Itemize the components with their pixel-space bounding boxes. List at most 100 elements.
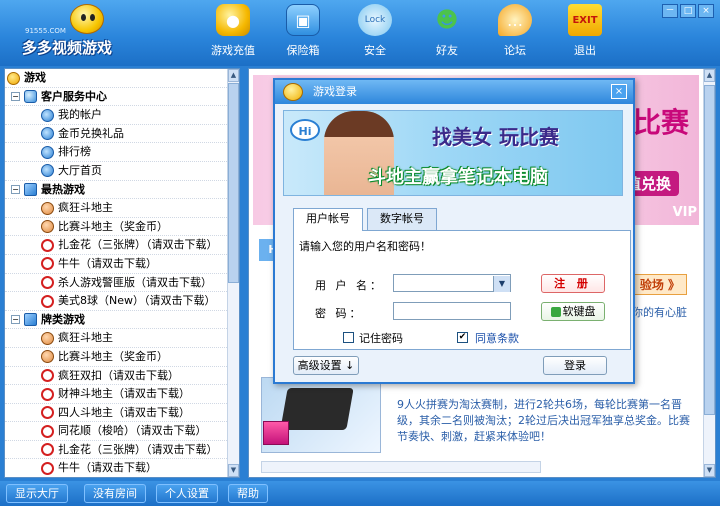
tree-item[interactable]: 财神斗地主（请双击下载） <box>5 385 229 404</box>
not-installed-icon <box>41 443 54 457</box>
more-link[interactable]: 验场 》 <box>632 274 687 295</box>
tree-item[interactable]: 四人斗地主（请双击下载） <box>5 404 229 423</box>
collapse-icon[interactable]: − <box>11 92 20 102</box>
tree-item[interactable]: 同花顺（梭哈）（请双击下载） <box>5 422 229 441</box>
tree-item[interactable]: 排行榜 <box>5 143 229 162</box>
smiley-icon <box>7 71 20 85</box>
tree-item[interactable]: 扎金花（三张牌）（请双击下载） <box>5 236 229 255</box>
not-installed-icon <box>41 294 54 308</box>
tree-item[interactable]: 美式8球（New）（请双击下载） <box>5 292 229 311</box>
scroll-down-icon[interactable]: ▼ <box>228 464 239 477</box>
chevron-down-icon[interactable]: ▼ <box>493 276 510 292</box>
browser-icon <box>41 108 54 122</box>
logo-mascot-icon <box>70 4 104 34</box>
tree-root[interactable]: 游戏 <box>5 69 229 88</box>
soft-keyboard-button[interactable]: 软键盘 <box>541 302 605 321</box>
tree-item[interactable]: 牛牛（请双击下载） <box>5 459 229 477</box>
not-installed-icon <box>41 406 54 420</box>
no-room-button[interactable]: 没有房间 <box>84 484 146 503</box>
dialog-close-button[interactable]: × <box>611 84 627 99</box>
password-field[interactable] <box>393 302 511 320</box>
password-label: 密 码： <box>315 307 364 320</box>
nav-exit[interactable]: EXIT 退出 <box>556 4 614 60</box>
exit-icon: EXIT <box>568 4 602 36</box>
tree-item[interactable]: 疯狂斗地主 <box>5 199 229 218</box>
scroll-thumb[interactable] <box>704 85 715 415</box>
not-installed-icon <box>41 257 54 271</box>
show-lobby-button[interactable]: 显示大厅 <box>6 484 68 503</box>
tournament-description: 9人火拼赛为淘汰赛制，进行2轮共6场，每轮比赛第一名晋级，其余二名则被淘汰；2轮… <box>397 398 690 443</box>
tree-item[interactable]: 比赛斗地主（奖金币） <box>5 348 229 367</box>
smiley-icon <box>283 83 303 101</box>
remember-password-label[interactable]: 记住密码 <box>359 330 403 346</box>
register-button[interactable]: 注 册 <box>541 274 605 293</box>
close-window-button[interactable]: × <box>698 4 714 18</box>
dialog-ad-banner[interactable]: Hi 找美女 玩比赛 斗地主赢拿笔记本电脑 <box>283 110 623 196</box>
coins-icon: ● <box>216 4 250 36</box>
game-tree: 游戏 − 客户服务中心 我的帐户 金币兑换礼品 排行榜 大厅首页 − 最热游戏 疯狂… <box>5 69 229 477</box>
scroll-thumb[interactable] <box>228 83 239 283</box>
tab-number-account[interactable]: 数字帐号 <box>367 208 437 230</box>
not-installed-icon <box>41 369 54 382</box>
tree-item[interactable]: 牛牛（请双击下载） <box>5 255 229 274</box>
game-tree-panel: 游戏 − 客户服务中心 我的帐户 金币兑换礼品 排行榜 大厅首页 − 最热游戏 疯狂… <box>4 68 240 478</box>
tree-category[interactable]: − 牌类游戏 <box>5 311 229 330</box>
help-button[interactable]: 帮助 <box>228 484 268 503</box>
banner-headline: 找美女 玩比赛 <box>432 125 559 149</box>
browser-icon <box>41 164 54 178</box>
tree-item[interactable]: 我的帐户 <box>5 106 229 125</box>
game-face-icon <box>41 220 54 234</box>
logo-domain: 91555.COM <box>25 27 66 35</box>
tree-item[interactable]: 大厅首页 <box>5 162 229 181</box>
forum-icon: … <box>498 4 532 36</box>
scroll-up-icon[interactable]: ▲ <box>228 69 239 82</box>
agree-terms-link[interactable]: 同意条款 <box>475 330 519 346</box>
not-installed-icon <box>41 387 54 401</box>
browser-icon <box>41 145 54 159</box>
tree-item[interactable]: 比赛斗地主（奖金币） <box>5 218 229 237</box>
collapse-icon[interactable]: − <box>11 315 20 325</box>
minimize-button[interactable]: － <box>662 4 678 18</box>
login-button[interactable]: 登录 <box>543 356 607 375</box>
bottom-bar: 显示大厅 没有房间 个人设置 帮助 <box>0 481 720 506</box>
nav-forum[interactable]: … 论坛 <box>486 4 544 60</box>
nav-safe-box[interactable]: ▣ 保险箱 <box>274 4 332 60</box>
tree-item[interactable]: 扎金花（三张牌）（请双击下载） <box>5 441 229 460</box>
tree-item[interactable]: 疯狂双扣（请双击下载） <box>5 367 229 386</box>
tree-item[interactable]: 金币兑换礼品 <box>5 125 229 144</box>
tree-item[interactable]: 疯狂斗地主 <box>5 329 229 348</box>
collapse-icon[interactable]: − <box>11 185 20 195</box>
not-installed-icon <box>41 276 54 290</box>
advanced-settings-button[interactable]: 高级设置 ↓ <box>293 356 359 375</box>
tab-user-account[interactable]: 用户帐号 <box>293 208 363 231</box>
login-prompt: 请输入您的用户名和密码！ <box>299 240 431 253</box>
browser-icon <box>41 127 54 141</box>
game-face-icon <box>41 331 54 345</box>
tree-category[interactable]: − 最热游戏 <box>5 181 229 200</box>
tree-scrollbar[interactable]: ▲ ▼ <box>227 69 239 477</box>
username-label: 用 户 名： <box>315 279 384 292</box>
service-globe-icon <box>24 90 37 104</box>
dialog-title-bar[interactable]: 游戏登录 × <box>275 80 633 104</box>
nav-recharge[interactable]: ● 游戏充值 <box>204 4 262 60</box>
hi-bubble-icon: Hi <box>290 119 320 141</box>
tree-item[interactable]: 杀人游戏警匪版（请双击下载） <box>5 274 229 293</box>
game-face-icon <box>41 201 54 215</box>
banner-subline: 斗地主赢拿笔记本电脑 <box>368 167 548 188</box>
nav-friends[interactable]: ☻ 好友 <box>418 4 476 60</box>
content-scrollbar[interactable]: ▲ ▼ <box>703 69 715 477</box>
tree-category[interactable]: − 客户服务中心 <box>5 88 229 107</box>
scroll-down-icon[interactable]: ▼ <box>704 464 715 477</box>
lock-icon: Lock <box>358 4 392 36</box>
remember-password-checkbox[interactable] <box>343 332 354 343</box>
scroll-up-icon[interactable]: ▲ <box>704 69 715 82</box>
horizontal-scrollbar[interactable] <box>261 461 541 473</box>
maximize-button[interactable]: □ <box>680 4 696 18</box>
agree-terms-checkbox[interactable]: ✔ <box>457 332 468 343</box>
not-installed-icon <box>41 461 54 475</box>
nav-security[interactable]: Lock 安全 <box>346 4 404 60</box>
personal-settings-button[interactable]: 个人设置 <box>156 484 218 503</box>
safe-icon: ▣ <box>286 4 320 36</box>
login-dialog: 游戏登录 × Hi 找美女 玩比赛 斗地主赢拿笔记本电脑 用户帐号 数字帐号 请… <box>273 78 635 384</box>
top-toolbar: 91555.COM 多多视频游戏 ● 游戏充值 ▣ 保险箱 Lock 安全 ☻ … <box>0 0 720 66</box>
